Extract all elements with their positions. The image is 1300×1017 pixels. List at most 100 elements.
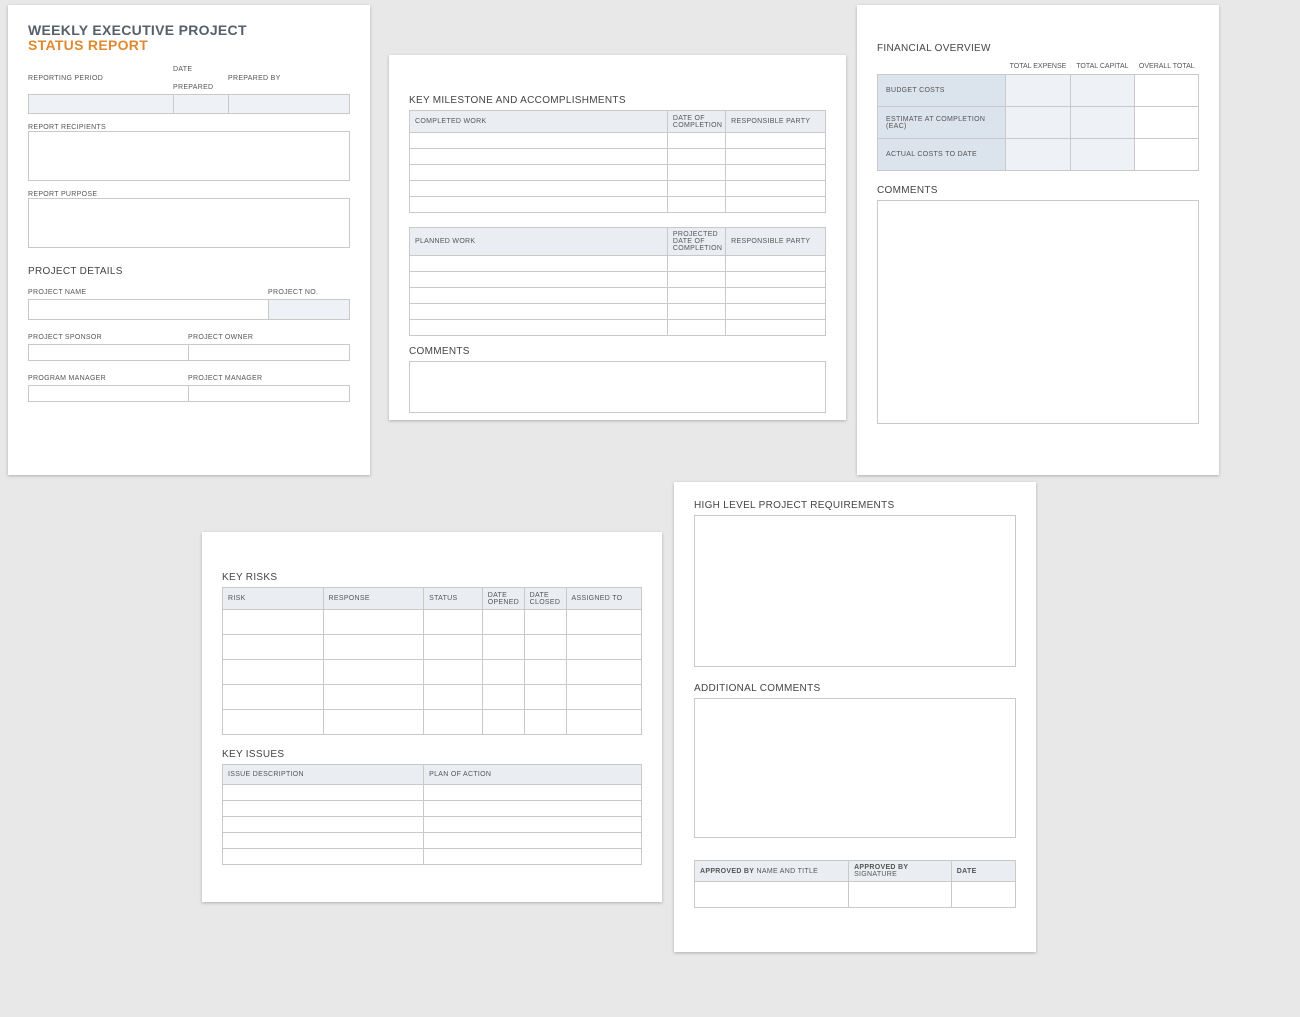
- table-cell[interactable]: [566, 710, 641, 735]
- table-cell[interactable]: [726, 133, 826, 149]
- table-cell[interactable]: [726, 149, 826, 165]
- table-cell[interactable]: [223, 685, 324, 710]
- table-cell[interactable]: [524, 710, 566, 735]
- date-col: DATE: [951, 861, 1015, 882]
- table-cell[interactable]: [482, 635, 524, 660]
- table-cell[interactable]: [726, 304, 826, 320]
- table-cell[interactable]: [1134, 139, 1198, 171]
- table-cell[interactable]: [410, 181, 668, 197]
- table-cell[interactable]: [667, 165, 725, 181]
- additional-comments-field[interactable]: [694, 698, 1016, 838]
- table-cell[interactable]: [223, 801, 424, 817]
- table-cell[interactable]: [410, 133, 668, 149]
- table-cell[interactable]: [482, 710, 524, 735]
- table-cell[interactable]: [410, 149, 668, 165]
- table-cell[interactable]: [424, 660, 483, 685]
- table-cell[interactable]: [323, 710, 424, 735]
- table-cell[interactable]: [410, 272, 668, 288]
- table-cell[interactable]: [1006, 139, 1070, 171]
- program-manager-field[interactable]: [29, 385, 189, 401]
- table-cell[interactable]: [323, 610, 424, 635]
- table-cell[interactable]: [323, 635, 424, 660]
- table-cell[interactable]: [726, 272, 826, 288]
- table-cell[interactable]: [424, 785, 642, 801]
- table-cell[interactable]: [424, 833, 642, 849]
- financial-table: BUDGET COSTS ESTIMATE AT COMPLETION (EAC…: [877, 74, 1199, 171]
- table-cell[interactable]: [410, 256, 668, 272]
- table-cell[interactable]: [424, 610, 483, 635]
- table-cell[interactable]: [410, 304, 668, 320]
- table-cell[interactable]: [223, 635, 324, 660]
- table-cell[interactable]: [482, 685, 524, 710]
- table-cell[interactable]: [223, 849, 424, 865]
- table-cell[interactable]: [1070, 139, 1134, 171]
- milestone-comments-field[interactable]: [409, 361, 826, 413]
- table-cell[interactable]: [1134, 107, 1198, 139]
- table-cell[interactable]: [410, 197, 668, 213]
- table-cell[interactable]: [424, 801, 642, 817]
- table-cell[interactable]: [424, 685, 483, 710]
- project-no-field[interactable]: [269, 299, 350, 319]
- approved-name-field[interactable]: [695, 882, 849, 908]
- table-cell[interactable]: [424, 849, 642, 865]
- table-cell[interactable]: [667, 304, 725, 320]
- table-cell[interactable]: [424, 635, 483, 660]
- table-cell[interactable]: [566, 635, 641, 660]
- table-cell[interactable]: [566, 660, 641, 685]
- table-cell[interactable]: [667, 133, 725, 149]
- table-cell[interactable]: [1006, 107, 1070, 139]
- approved-date-field[interactable]: [951, 882, 1015, 908]
- prepared-by-field[interactable]: [229, 94, 350, 113]
- table-cell[interactable]: [223, 660, 324, 685]
- table-cell[interactable]: [726, 181, 826, 197]
- project-name-field[interactable]: [29, 299, 269, 319]
- report-purpose-field[interactable]: [28, 198, 350, 248]
- table-cell[interactable]: [667, 288, 725, 304]
- table-cell[interactable]: [667, 197, 725, 213]
- table-cell[interactable]: [223, 785, 424, 801]
- table-cell[interactable]: [667, 256, 725, 272]
- table-cell[interactable]: [726, 165, 826, 181]
- table-cell[interactable]: [667, 149, 725, 165]
- report-recipients-field[interactable]: [28, 131, 350, 181]
- table-cell[interactable]: [524, 635, 566, 660]
- table-cell[interactable]: [726, 197, 826, 213]
- table-cell[interactable]: [726, 256, 826, 272]
- table-cell[interactable]: [223, 710, 324, 735]
- requirements-field[interactable]: [694, 515, 1016, 667]
- table-cell[interactable]: [223, 833, 424, 849]
- table-cell[interactable]: [524, 660, 566, 685]
- approved-sig-field[interactable]: [849, 882, 952, 908]
- table-cell[interactable]: [424, 710, 483, 735]
- table-cell[interactable]: [667, 320, 725, 336]
- table-cell[interactable]: [482, 610, 524, 635]
- table-cell[interactable]: [323, 660, 424, 685]
- table-cell[interactable]: [667, 181, 725, 197]
- table-cell[interactable]: [1006, 75, 1070, 107]
- table-cell[interactable]: [524, 610, 566, 635]
- table-cell[interactable]: [410, 165, 668, 181]
- date-prepared-field[interactable]: [174, 94, 229, 113]
- table-cell[interactable]: [566, 685, 641, 710]
- table-cell[interactable]: [424, 817, 642, 833]
- table-cell[interactable]: [482, 660, 524, 685]
- table-cell[interactable]: [323, 685, 424, 710]
- reporting-period-field[interactable]: [29, 94, 174, 113]
- table-cell[interactable]: [726, 288, 826, 304]
- project-manager-field[interactable]: [189, 385, 350, 401]
- project-sponsor-field[interactable]: [29, 344, 189, 360]
- table-cell[interactable]: [410, 320, 668, 336]
- table-cell[interactable]: [566, 610, 641, 635]
- table-cell[interactable]: [1070, 107, 1134, 139]
- table-cell[interactable]: [410, 288, 668, 304]
- table-cell[interactable]: [223, 817, 424, 833]
- name-title-text: NAME AND TITLE: [754, 868, 818, 875]
- table-cell[interactable]: [1134, 75, 1198, 107]
- table-cell[interactable]: [667, 272, 725, 288]
- table-cell[interactable]: [726, 320, 826, 336]
- table-cell[interactable]: [524, 685, 566, 710]
- table-cell[interactable]: [1070, 75, 1134, 107]
- table-cell[interactable]: [223, 610, 324, 635]
- project-owner-field[interactable]: [189, 344, 350, 360]
- fin-comments-field[interactable]: [877, 200, 1199, 424]
